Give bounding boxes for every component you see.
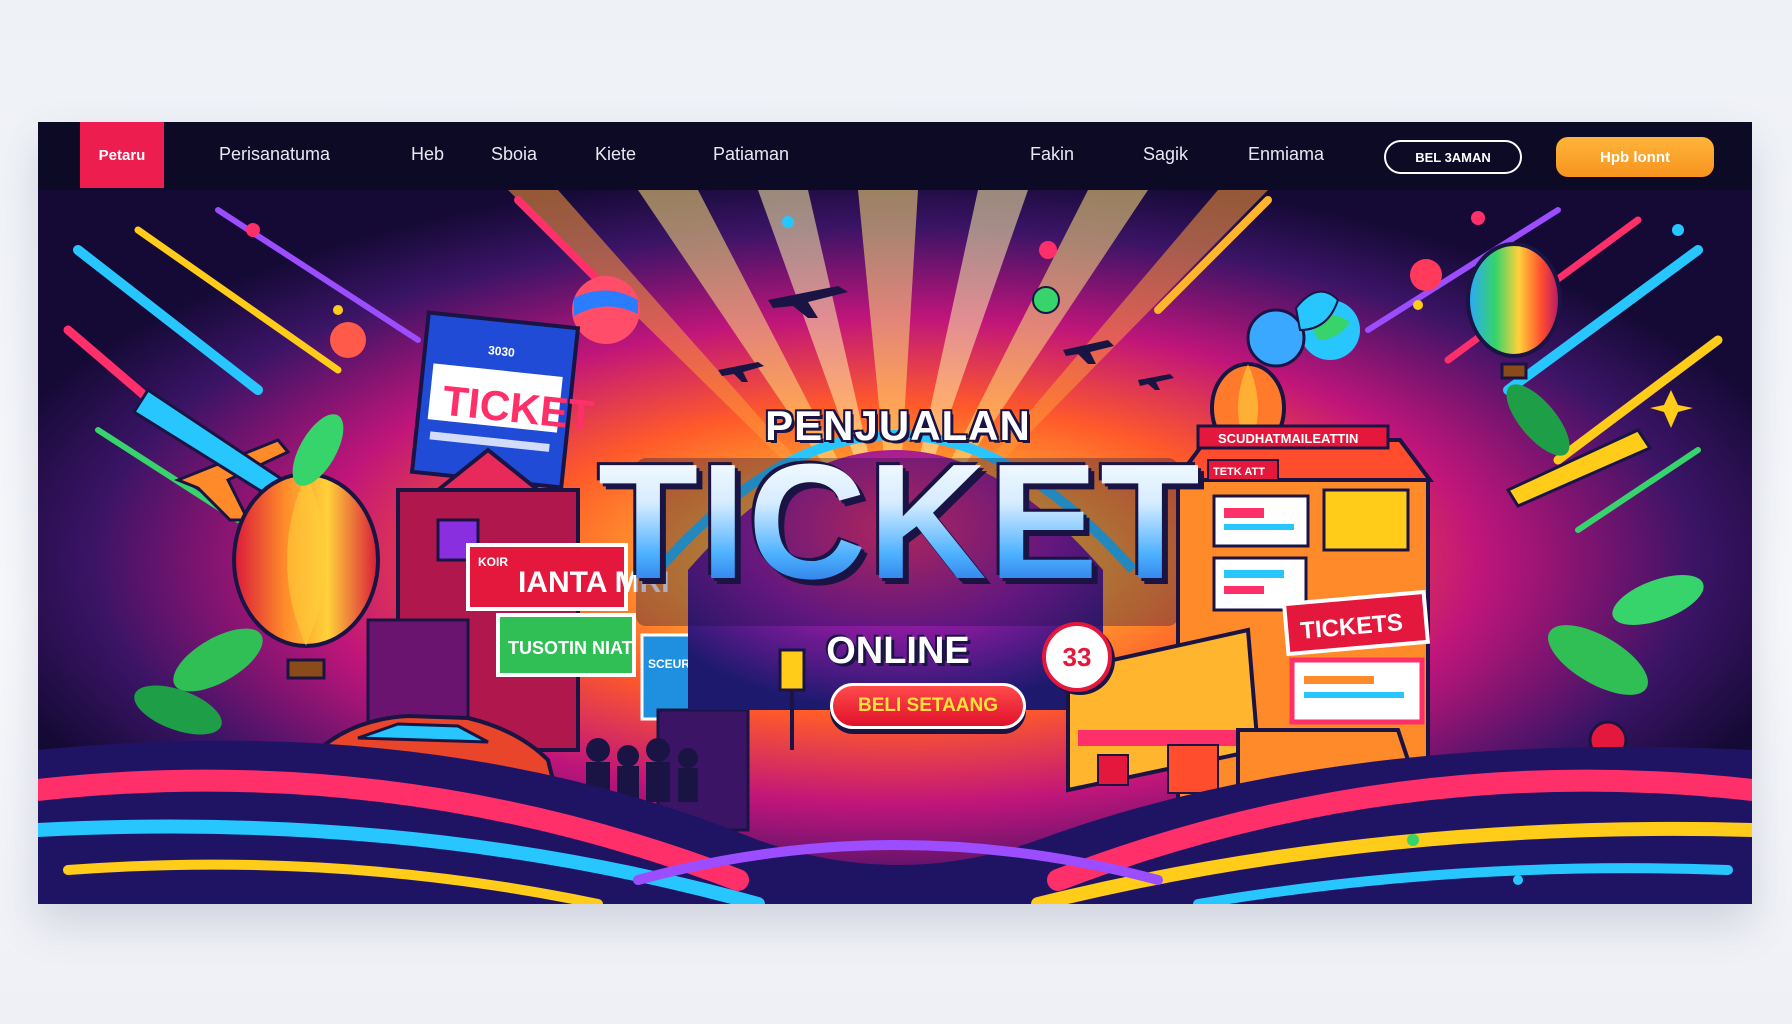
outline-button[interactable]: BEL 3AMAN xyxy=(1384,140,1522,174)
red-sign-small-text: KOIR xyxy=(478,555,508,569)
hero-illustration: TICKET 3030 IANTA MRI KOIR TUSOTIN NIAT … xyxy=(38,190,1752,904)
hero-banner: TICKET 3030 IANTA MRI KOIR TUSOTIN NIAT … xyxy=(38,190,1752,904)
buy-now-button[interactable]: BELI SETAANG xyxy=(830,683,1026,729)
nav-item-4[interactable]: Kiete xyxy=(595,144,636,165)
nav-item-1[interactable]: Perisanatuma xyxy=(219,144,330,165)
nav-item-5[interactable]: Patiaman xyxy=(713,144,789,165)
building-top-left-sign: TETK ATT xyxy=(1213,466,1265,478)
primary-button[interactable]: Hpb lonnt xyxy=(1556,137,1714,177)
green-sign-text: TUSOTIN NIAT xyxy=(508,638,633,658)
building-top-sign: SCUDHATMAILEATTIN xyxy=(1218,431,1358,446)
navbar: Petaru Perisanatuma Heb Sboia Kiete Pati… xyxy=(38,122,1752,190)
website-frame: Petaru Perisanatuma Heb Sboia Kiete Pati… xyxy=(38,122,1752,904)
billboard-small-text: 3030 xyxy=(487,343,515,360)
nav-item-3[interactable]: Sboia xyxy=(491,144,537,165)
nav-item-7[interactable]: Sagik xyxy=(1143,144,1188,165)
nav-item-8[interactable]: Enmiama xyxy=(1248,144,1324,165)
brand-logo[interactable]: Petaru xyxy=(80,122,164,188)
nav-item-2[interactable]: Heb xyxy=(411,144,444,165)
nav-item-6[interactable]: Fakin xyxy=(1030,144,1074,165)
